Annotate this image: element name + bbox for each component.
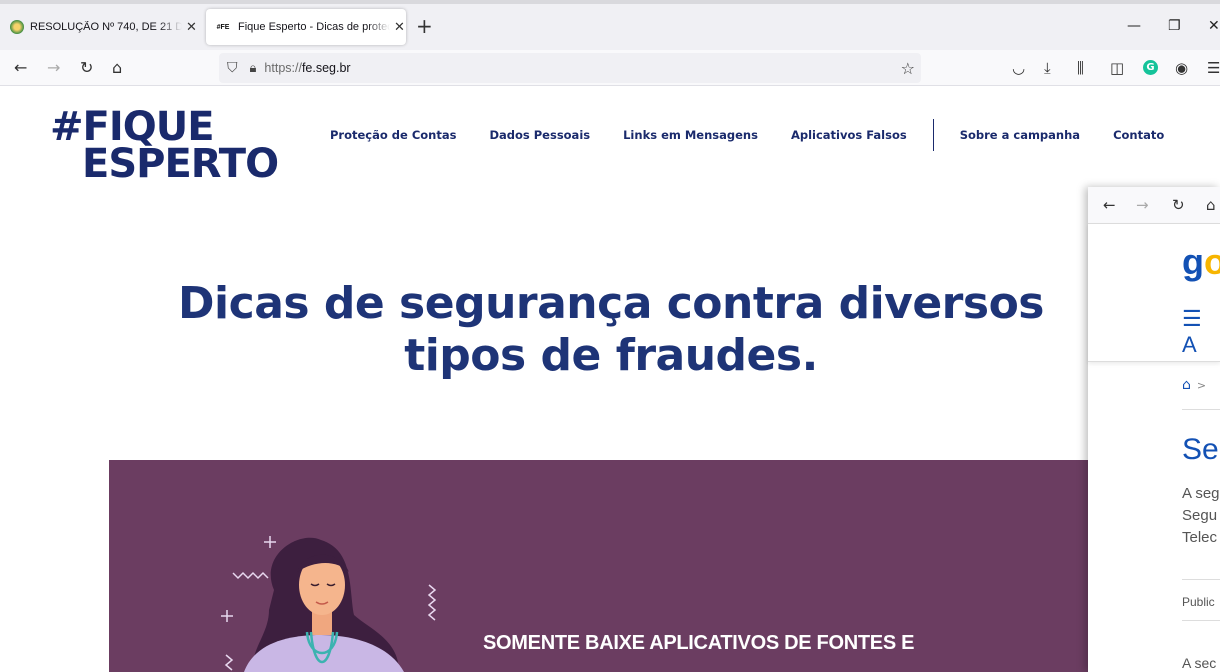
account-icon[interactable]: ◉ <box>1175 59 1188 77</box>
menu-icon[interactable]: ☰ <box>1207 59 1220 77</box>
nav-sobre-a-campanha[interactable]: Sobre a campanha <box>960 128 1080 142</box>
paragraph-line: A seg <box>1182 485 1220 502</box>
gov-logo-o: o <box>1204 241 1220 282</box>
lock-icon[interactable]: 🔒︎ <box>250 61 257 76</box>
page-content: #FIQUE ESPERTO Proteção de Contas Dados … <box>8 87 1220 672</box>
overlay-toolbar: ← → ↻ ⌂ <box>1088 187 1220 224</box>
headline-line1: Dicas de segurança contra diversos <box>178 278 1045 329</box>
paragraph-line: Segu <box>1182 507 1218 524</box>
published-label: Public <box>1182 595 1215 609</box>
url-protocol: https:// <box>264 61 302 75</box>
sidebar-icon[interactable]: ◫ <box>1110 59 1124 77</box>
nav-contato[interactable]: Contato <box>1113 128 1164 142</box>
home-icon[interactable]: ⌂ <box>1206 196 1216 214</box>
chevron-right-icon: > <box>1196 379 1207 392</box>
hero-banner: SOMENTE BAIXE APLICATIVOS DE FONTES E <box>109 460 1089 672</box>
overlay-header: go ☰ A <box>1088 224 1220 362</box>
gov-favicon-icon <box>10 20 24 34</box>
divider <box>1182 620 1220 621</box>
nav-protecao-de-contas[interactable]: Proteção de Contas <box>330 128 456 142</box>
reload-icon[interactable]: ↻ <box>80 58 93 78</box>
navigation-toolbar: ← → ↻ ⌂ ⛉ 🔒︎ https://fe.seg.br ☆ ◡ ⤓ ⫼ ◫… <box>0 50 1220 86</box>
home-icon[interactable]: ⌂ <box>112 58 122 78</box>
nav-dados-pessoais[interactable]: Dados Pessoais <box>489 128 590 142</box>
woman-illustration <box>221 536 437 672</box>
url-host: fe.seg.br <box>301 61 351 75</box>
paragraph-line: Telec <box>1182 529 1218 546</box>
close-tab-icon[interactable]: ✕ <box>186 19 197 35</box>
downloads-icon[interactable]: ⤓ <box>1044 59 1051 77</box>
page-headline: Dicas de segurança contra diversos tipos… <box>108 278 1114 382</box>
tab-title: RESOLUÇÃO Nº 740, DE 21 DE D <box>30 21 182 33</box>
gov-logo-g: g <box>1182 241 1204 282</box>
back-icon[interactable]: ← <box>14 58 27 78</box>
logo-line2: ESPERTO <box>82 141 279 187</box>
divider <box>1182 409 1220 410</box>
site-logo[interactable]: #FIQUE ESPERTO <box>50 107 279 187</box>
close-tab-icon[interactable]: ✕ <box>394 19 405 35</box>
home-icon[interactable]: ⌂ <box>1182 377 1191 393</box>
shield-icon[interactable]: ⛉ <box>227 60 238 76</box>
grammarly-icon[interactable]: G <box>1143 60 1158 75</box>
minimize-button[interactable]: — <box>1127 18 1141 34</box>
back-icon[interactable]: ← <box>1103 196 1116 214</box>
overlay-browser-window: ← → ↻ ⌂ go ☰ A ⌂ > Se A seg Segu Telec Pu… <box>1088 187 1220 672</box>
url-text[interactable]: https://fe.seg.br <box>264 61 350 75</box>
nav-aplicativos-falsos[interactable]: Aplicativos Falsos <box>791 128 907 142</box>
overlay-paragraph: A seg Segu Telec <box>1182 483 1220 549</box>
headline-line2: tipos de fraudes. <box>404 330 818 381</box>
tab-resolucao[interactable]: RESOLUÇÃO Nº 740, DE 21 DE D ✕ <box>0 9 200 45</box>
gov-logo[interactable]: go <box>1182 241 1220 283</box>
reload-icon[interactable]: ↻ <box>1172 196 1185 214</box>
nav-links-em-mensagens[interactable]: Links em Mensagens <box>623 128 758 142</box>
library-icon[interactable]: ⫼ <box>1077 59 1084 77</box>
forward-icon[interactable]: → <box>47 58 60 78</box>
close-window-button[interactable]: ✕ <box>1208 18 1220 34</box>
menu-label: A <box>1182 332 1197 357</box>
maximize-button[interactable]: ❐ <box>1168 18 1181 34</box>
tab-fique-esperto[interactable]: #FE Fique Esperto - Dicas de proteç ✕ <box>206 9 406 45</box>
breadcrumb: ⌂ > <box>1182 377 1206 393</box>
pocket-icon[interactable]: ◡ <box>1012 59 1025 77</box>
forward-icon[interactable]: → <box>1136 196 1149 214</box>
main-nav: Proteção de Contas Dados Pessoais Links … <box>330 119 1197 151</box>
bookmark-star-icon[interactable]: ☆ <box>901 59 915 78</box>
divider <box>1182 579 1220 580</box>
hamburger-menu[interactable]: ☰ A <box>1182 306 1220 358</box>
overlay-heading: Se <box>1182 433 1219 466</box>
new-tab-button[interactable]: + <box>416 16 433 36</box>
nav-divider <box>932 119 934 151</box>
fe-favicon-icon: #FE <box>216 23 230 31</box>
hero-title: SOMENTE BAIXE APLICATIVOS DE FONTES E <box>483 632 915 654</box>
overlay-paragraph-2: A sec <box>1182 655 1217 671</box>
address-bar[interactable]: ⛉ 🔒︎ https://fe.seg.br ☆ <box>219 53 921 83</box>
tab-title: Fique Esperto - Dicas de proteç <box>238 21 390 33</box>
tab-strip: RESOLUÇÃO Nº 740, DE 21 DE D ✕ #FE Fique… <box>0 0 1220 50</box>
